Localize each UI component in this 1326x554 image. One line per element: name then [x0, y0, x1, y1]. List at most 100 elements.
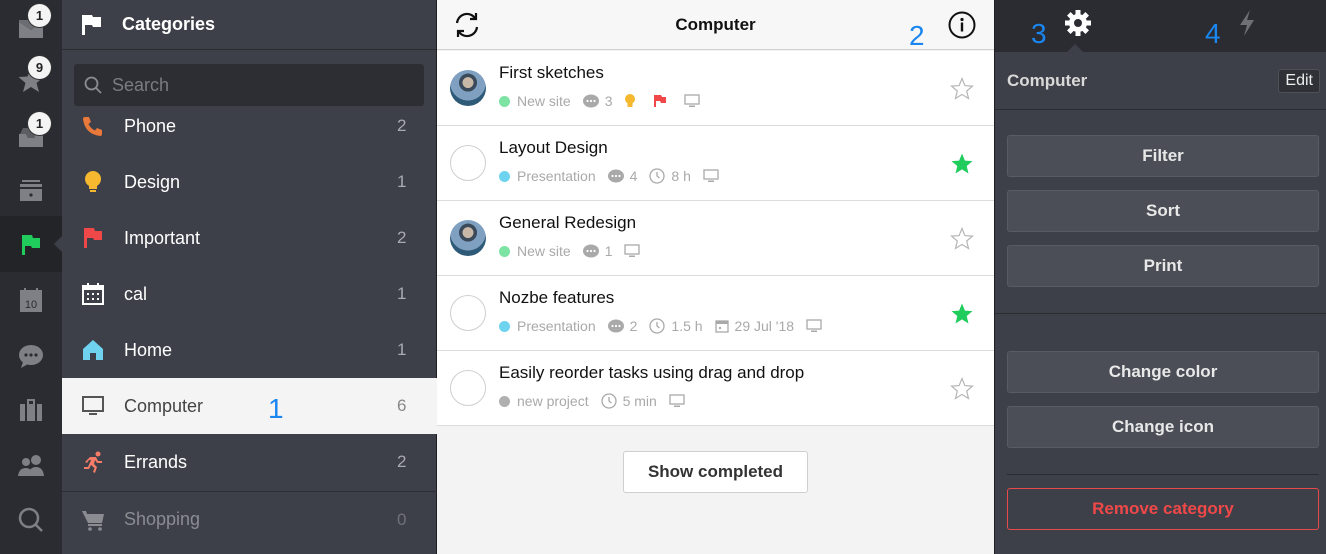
project-color-dot	[499, 95, 510, 107]
project-name: New site	[517, 243, 571, 259]
category-item-important[interactable]: Important 2	[62, 210, 437, 266]
category-count: 1	[397, 172, 407, 191]
task-comments: 3	[582, 93, 612, 109]
task-row[interactable]: First sketches New site 3	[437, 51, 994, 126]
task-comments: 1	[582, 243, 612, 259]
category-label: Errands	[124, 451, 188, 472]
task-complete-checkbox[interactable]	[450, 295, 486, 331]
task-comments: 4	[607, 168, 637, 184]
category-label: Computer	[124, 395, 204, 416]
star-toggle[interactable]	[949, 76, 975, 101]
task-name: General Redesign	[499, 213, 637, 232]
category-computer-tag	[624, 244, 646, 258]
rail-item-incoming[interactable]: 1	[0, 108, 62, 164]
info-icon	[948, 11, 976, 39]
category-item-design[interactable]: Design 1	[62, 154, 437, 210]
project-color-dot	[499, 395, 510, 407]
category-label: Important	[124, 227, 201, 248]
annotation-3: 3	[1031, 18, 1047, 49]
task-row[interactable]: General Redesign New site 1	[437, 201, 994, 276]
category-count: 1	[397, 284, 407, 303]
flag-icon	[82, 14, 101, 35]
task-complete-checkbox[interactable]	[450, 370, 486, 406]
category-item-errands[interactable]: Errands 2	[62, 434, 437, 490]
task-row[interactable]: Easily reorder tasks using drag and drop…	[437, 351, 994, 426]
comment-count: 2	[629, 318, 638, 334]
category-label: Design	[124, 171, 181, 192]
avatar[interactable]	[450, 220, 486, 256]
task-project: new project	[499, 393, 589, 409]
category-count: 2	[397, 116, 407, 135]
task-list-title: Computer	[675, 14, 756, 34]
rail-item-inbox[interactable]: 1	[0, 0, 62, 56]
archive-box-icon	[20, 180, 42, 201]
flag-icon	[22, 235, 40, 255]
phone-icon	[83, 117, 102, 136]
tab-actions[interactable]	[1230, 6, 1264, 40]
task-meta: Presentation 4 8 h	[499, 168, 737, 184]
task-name: Nozbe features	[499, 288, 615, 307]
task-project: New site	[499, 243, 571, 259]
annotation-4: 4	[1205, 18, 1221, 49]
comment-icon	[582, 244, 599, 258]
filter-button[interactable]: Filter	[1007, 135, 1319, 177]
task-row[interactable]: Layout Design Presentation 4 8 h	[437, 126, 994, 201]
sync-button[interactable]	[451, 9, 483, 41]
rail-item-projects[interactable]	[0, 162, 62, 218]
remove-category-button[interactable]: Remove category	[1007, 488, 1319, 530]
app: 1 9 1 10 Categories Search Phone 2 Desig…	[0, 0, 1326, 554]
clock-icon	[649, 168, 666, 184]
sort-button[interactable]: Sort	[1007, 190, 1319, 232]
print-button[interactable]: Print	[1007, 245, 1319, 287]
project-name: Presentation	[517, 168, 596, 184]
lightbulb-icon	[625, 94, 636, 107]
task-time: 5 min	[600, 393, 657, 409]
star-toggle[interactable]	[949, 226, 975, 251]
comment-icon	[582, 94, 599, 108]
clock-icon	[600, 393, 617, 409]
rail-item-search[interactable]	[0, 492, 62, 548]
rail-item-templates[interactable]	[0, 382, 62, 438]
category-computer-tag	[806, 319, 828, 333]
category-item-shopping[interactable]: Shopping 0	[62, 491, 437, 547]
svg-text:10: 10	[25, 299, 37, 311]
cart-icon	[82, 510, 104, 531]
category-count: 2	[397, 228, 407, 247]
category-design-tag	[624, 94, 642, 108]
rail-item-calendar[interactable]: 10	[0, 272, 62, 328]
search-input[interactable]	[112, 74, 412, 96]
avatar[interactable]	[450, 70, 486, 106]
task-complete-checkbox[interactable]	[450, 145, 486, 181]
gear-icon	[1065, 10, 1091, 36]
tab-settings[interactable]	[1061, 6, 1095, 40]
due-date: 29 Jul '18	[734, 318, 795, 334]
star-toggle[interactable]	[950, 302, 974, 326]
task-list-panel: Computer 2 First sketches New site 3 Layout…	[437, 0, 994, 554]
categories-header: Categories	[62, 0, 436, 50]
category-computer-tag	[669, 394, 691, 408]
category-item-phone[interactable]: Phone 2	[62, 98, 437, 154]
search-icon	[18, 507, 43, 532]
monitor-icon	[82, 396, 104, 415]
category-label: cal	[124, 283, 148, 304]
change-icon-button[interactable]: Change icon	[1007, 406, 1319, 448]
change-color-button[interactable]: Change color	[1007, 351, 1319, 393]
monitor-icon	[684, 94, 701, 107]
task-row[interactable]: Nozbe features Presentation 2 1.5 h 29 Jul '…	[437, 276, 994, 351]
category-item-computer[interactable]: Computer 6	[62, 378, 437, 434]
rail-item-priority[interactable]: 9	[0, 52, 62, 108]
show-completed-button[interactable]: Show completed	[623, 451, 808, 493]
category-item-home[interactable]: Home 1	[62, 322, 437, 378]
nav-rail: 1 9 1 10	[0, 0, 62, 554]
info-button[interactable]	[946, 9, 978, 41]
rail-item-categories[interactable]	[0, 216, 62, 272]
rail-item-team[interactable]	[0, 438, 62, 494]
star-toggle[interactable]	[950, 152, 974, 176]
star-toggle[interactable]	[949, 376, 975, 401]
flag-icon	[654, 95, 667, 107]
rail-item-comments[interactable]	[0, 328, 62, 384]
task-due-date: 29 Jul '18	[714, 318, 795, 334]
project-color-dot	[499, 170, 510, 182]
category-item-cal[interactable]: cal 1	[62, 266, 437, 322]
edit-button[interactable]: Edit	[1278, 68, 1320, 93]
